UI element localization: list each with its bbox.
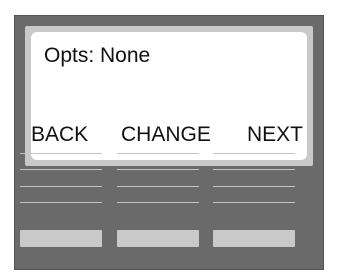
grille-lines-left [20,153,102,210]
grille-line [213,169,295,170]
grille-line [20,169,102,170]
softkey-back-label: BACK [31,123,89,146]
grille-line [20,202,102,203]
back-softkey-button[interactable] [20,230,102,247]
options-status-text: Opts: None [44,44,151,67]
grille-line [117,153,199,154]
grille-line [213,202,295,203]
grille-lines-right [213,153,295,210]
next-softkey-button[interactable] [213,230,295,247]
grille-line [213,186,295,187]
grille-line [117,169,199,170]
grille-line [20,153,102,154]
grille-line [117,202,199,203]
softkey-change-label: CHANGE [121,123,211,146]
display-bezel: Opts: None BACK CHANGE NEXT [25,26,313,166]
grille-line [117,186,199,187]
grille-line [213,153,295,154]
change-softkey-button[interactable] [117,230,199,247]
lcd-display: Opts: None BACK CHANGE NEXT [31,32,307,160]
softkey-next-label: NEXT [247,123,304,146]
grille-lines-center [117,153,199,210]
grille-line [20,186,102,187]
